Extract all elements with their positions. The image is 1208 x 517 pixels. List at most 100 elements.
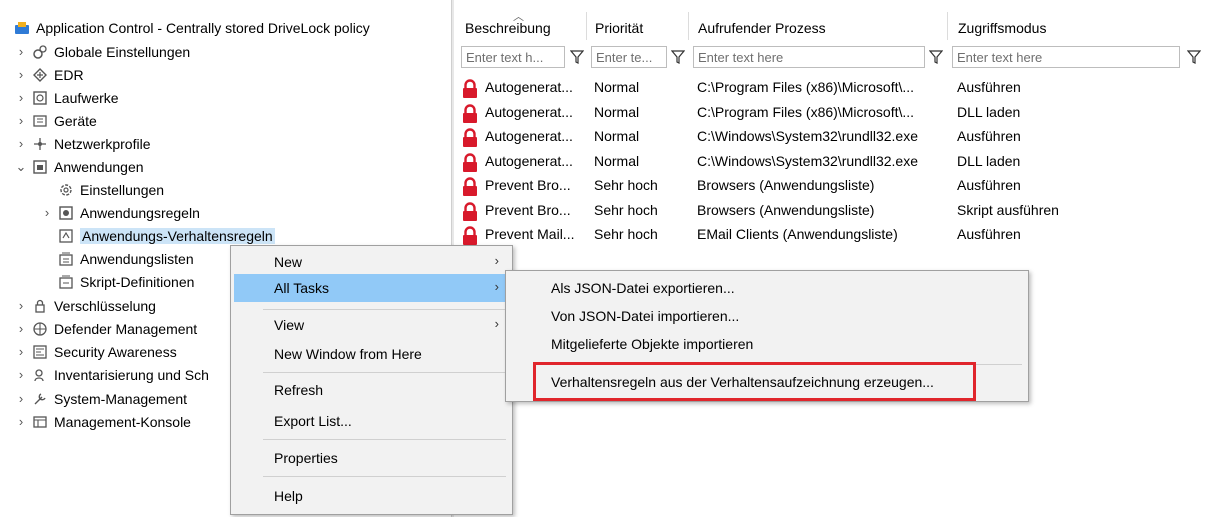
column-header-prioritaet[interactable]: Priorität [595, 14, 695, 38]
table-row[interactable]: Autogenerat... Normal C:\Program Files (x8… [455, 101, 1208, 125]
column-header-aufrufender-prozess[interactable]: Aufrufender Prozess [698, 14, 948, 38]
table-cell: Autogenerat... [485, 152, 573, 169]
table-cell: Ausführen [957, 79, 1021, 95]
table-cell: Normal [594, 128, 640, 144]
chevron-down-icon[interactable]: ⌄ [14, 159, 28, 175]
tree-item-label: Netzwerkprofile [54, 135, 151, 152]
chevron-right-icon[interactable]: › [14, 90, 28, 105]
chevron-right-icon[interactable]: › [14, 67, 28, 82]
tree-item-laufwerke[interactable]: › Laufwerke [14, 86, 119, 109]
tree-item-label: Defender Management [54, 320, 198, 337]
tree-item-security-awareness[interactable]: › Security Awareness [14, 340, 177, 363]
highlight-callout-box [533, 362, 976, 401]
chevron-right-icon[interactable]: › [14, 44, 28, 59]
tree-item-label: EDR [54, 66, 84, 83]
filter-zugriffsmodus[interactable] [952, 46, 1180, 68]
submenu-item-export-json[interactable]: Als JSON-Datei exportieren... [509, 274, 1025, 302]
drive-icon [32, 90, 48, 106]
filter-input-aufrufender-prozess[interactable] [694, 47, 922, 67]
filter-input-beschreibung[interactable] [462, 47, 562, 67]
lock-icon [461, 152, 479, 176]
submenu-item-import-json[interactable]: Von JSON-Datei importieren... [509, 302, 1025, 330]
tree-item-management-konsole[interactable]: › Management-Konsole [14, 410, 191, 433]
filter-aufrufender-prozess[interactable] [693, 46, 925, 68]
tree-item-skript-definitionen[interactable]: Skript-Definitionen [58, 270, 194, 293]
tree-item-label: Security Awareness [54, 343, 177, 360]
menu-item-view[interactable]: View › [234, 311, 509, 339]
table-cell: Sehr hoch [594, 177, 658, 193]
inventory-icon [32, 367, 48, 383]
tree-item-label: Geräte [54, 112, 97, 129]
table-cell: C:\Program Files (x86)\Microsoft\... [697, 103, 915, 120]
menu-item-refresh[interactable]: Refresh [234, 376, 509, 404]
filter-funnel-icon[interactable] [925, 46, 947, 68]
tree-item-label: Management-Konsole [54, 413, 191, 430]
chevron-right-icon[interactable]: › [14, 136, 28, 151]
column-separator[interactable] [688, 12, 689, 40]
filter-input-prioritaet[interactable] [592, 47, 664, 67]
submenu-item-import-included[interactable]: Mitgelieferte Objekte importieren [509, 330, 1025, 358]
table-row[interactable]: Autogenerat... Normal C:\Windows\System32\… [455, 125, 1208, 149]
drivelock-policy-icon [14, 20, 30, 36]
menu-item-properties[interactable]: Properties [234, 444, 509, 472]
chevron-right-icon[interactable]: › [14, 298, 28, 313]
chevron-right-icon[interactable]: › [14, 344, 28, 359]
tree-root[interactable]: Application Control - Centrally stored D… [14, 16, 370, 39]
filter-beschreibung[interactable] [461, 46, 565, 68]
tree-item-verschluesselung[interactable]: › Verschlüsselung [14, 294, 156, 317]
menu-item-label: View [274, 317, 305, 333]
tree-item-anwendungsregeln[interactable]: › Anwendungsregeln [40, 201, 200, 224]
tree-item-anwendungs-verhaltensregeln[interactable]: Anwendungs-Verhaltensregeln [58, 224, 275, 247]
app-rules-icon [58, 205, 74, 221]
filter-input-zugriffsmodus[interactable] [953, 47, 1177, 67]
menu-item-all-tasks[interactable]: All Tasks › [234, 274, 509, 302]
table-row[interactable]: Autogenerat... Normal C:\Program Files (x8… [455, 76, 1208, 100]
chevron-right-icon[interactable]: › [14, 321, 28, 336]
table-row[interactable]: Prevent Mail... Sehr hoch EMail Clients (A… [455, 223, 1208, 247]
column-separator[interactable] [586, 12, 587, 40]
tree-item-edr[interactable]: › EDR [14, 63, 84, 86]
filter-prioritaet[interactable] [591, 46, 667, 68]
tree-item-label: Anwendungslisten [80, 250, 194, 267]
table-row[interactable]: Prevent Bro... Sehr hoch Browsers (Anwendu… [455, 174, 1208, 198]
tree-item-einstellungen[interactable]: Einstellungen [58, 178, 164, 201]
table-cell: Ausführen [957, 128, 1021, 144]
awareness-icon [32, 344, 48, 360]
tree-item-geraete[interactable]: › Geräte [14, 109, 97, 132]
chevron-right-icon[interactable]: › [14, 414, 28, 429]
gears-icon [32, 44, 48, 60]
tree-item-label: Anwendungs-Verhaltensregeln [80, 227, 275, 244]
table-row[interactable]: Prevent Bro... Sehr hoch Browsers (Anwendu… [455, 199, 1208, 223]
tree-item-netzwerkprofile[interactable]: › Netzwerkprofile [14, 132, 151, 155]
table-cell: Prevent Mail... [485, 226, 575, 242]
menu-item-label: Help [274, 488, 303, 504]
column-header-beschreibung[interactable]: Beschreibung ︿ [465, 11, 593, 38]
menu-item-new-window[interactable]: New Window from Here [234, 340, 509, 368]
table-cell: Autogenerat... [485, 128, 573, 144]
chevron-right-icon[interactable]: › [14, 113, 28, 128]
tree-item-anwendungslisten[interactable]: Anwendungslisten [58, 247, 194, 270]
submenu-arrow-icon: › [494, 279, 499, 294]
menu-item-new[interactable]: New › [234, 248, 509, 276]
filter-funnel-icon[interactable] [566, 46, 588, 68]
tree-item-anwendungen[interactable]: ⌄ Anwendungen [14, 155, 144, 178]
tree-item-globale-einstellungen[interactable]: › Globale Einstellungen [14, 40, 190, 63]
column-separator[interactable] [947, 12, 948, 40]
menu-item-help[interactable]: Help [234, 482, 509, 510]
filter-funnel-icon[interactable] [1183, 46, 1205, 68]
chevron-right-icon[interactable]: › [14, 391, 28, 406]
table-row[interactable]: Autogenerat... Normal C:\Windows\System32\… [455, 150, 1208, 174]
tree-item-inventarisierung[interactable]: › Inventarisierung und Sch [14, 363, 209, 386]
column-header-zugriffsmodus[interactable]: Zugriffsmodus [958, 14, 1198, 38]
table-cell: Autogenerat... [485, 103, 573, 120]
menu-item-label: Properties [274, 450, 338, 466]
column-header-label: Aufrufender Prozess [698, 20, 826, 36]
table-cell: C:\Windows\System32\rundll32.exe [697, 128, 918, 144]
menu-item-export-list[interactable]: Export List... [234, 407, 509, 435]
tree-item-system-management[interactable]: › System-Management [14, 387, 187, 410]
chevron-right-icon[interactable]: › [14, 367, 28, 382]
tree-item-label: Anwendungen [54, 158, 144, 175]
tree-item-defender-management[interactable]: › Defender Management [14, 317, 197, 340]
filter-funnel-icon[interactable] [667, 46, 689, 68]
chevron-right-icon[interactable]: › [40, 205, 54, 220]
